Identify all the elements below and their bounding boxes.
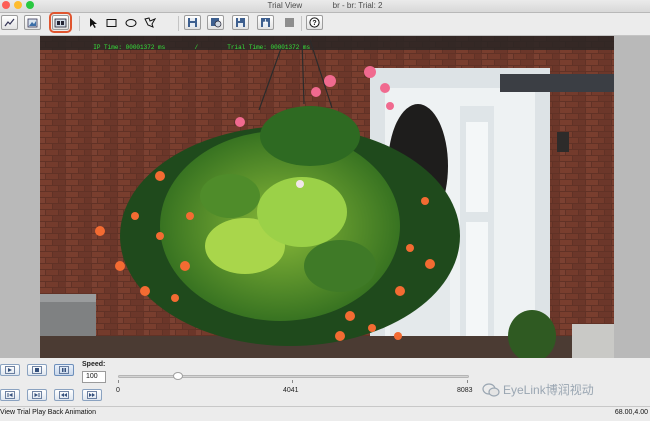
go-to-start-button[interactable] bbox=[0, 389, 20, 401]
save-image-icon bbox=[210, 18, 221, 28]
timeline-tick-start bbox=[118, 380, 119, 383]
window-title-text: Trial View bbox=[267, 1, 303, 10]
stop-playback-icon bbox=[32, 366, 42, 374]
ip-time-text: IP Time: 00001372 ms bbox=[93, 44, 165, 51]
cursor-coordinates: 68.00,4.00 bbox=[614, 409, 648, 416]
save-all-button[interactable] bbox=[232, 15, 249, 30]
timeline-label-mid: 4041 bbox=[283, 387, 299, 394]
ellipse-tool-button[interactable] bbox=[122, 15, 139, 30]
ellipse-icon bbox=[125, 18, 136, 27]
stop-playback-button[interactable] bbox=[27, 364, 47, 376]
timeline-tick-end bbox=[467, 380, 468, 383]
playback-animation-icon bbox=[54, 18, 67, 27]
speed-input[interactable]: 100 bbox=[82, 371, 106, 383]
step-forward-button[interactable] bbox=[27, 389, 47, 401]
timeline-label-min: 0 bbox=[116, 387, 120, 394]
save-image-button[interactable] bbox=[207, 15, 224, 30]
rewind-button[interactable] bbox=[54, 389, 74, 401]
image-icon bbox=[27, 18, 38, 27]
hanging-flower-basket-photo: IP Time: 00001372 ms / Trial Time: 00001… bbox=[40, 36, 614, 358]
stimulus-image[interactable]: IP Time: 00001372 ms / Trial Time: 00001… bbox=[40, 36, 614, 358]
svg-text:IP Time: 00001372 ms /: IP Time: 00001372 ms / Trial Time: 00001… bbox=[68, 44, 328, 51]
title-bar: Trial View br - br: Trial: 2 bbox=[0, 0, 650, 13]
help-icon: ? bbox=[309, 17, 320, 28]
window-title: Trial View br - br: Trial: 2 bbox=[0, 0, 650, 11]
line-chart-button[interactable] bbox=[1, 15, 18, 30]
time-separator: / bbox=[194, 44, 198, 51]
rewind-icon bbox=[59, 391, 69, 399]
step-forward-icon bbox=[32, 391, 42, 399]
timeline-slider-track[interactable] bbox=[118, 375, 469, 378]
pointer-tool-button[interactable] bbox=[84, 15, 101, 30]
skip-to-start-icon bbox=[5, 391, 15, 399]
watermark-text: EyeLink博润视动 bbox=[503, 383, 594, 397]
save-button[interactable] bbox=[184, 15, 201, 30]
trial-time-text: Trial Time: 00001372 ms bbox=[227, 44, 310, 51]
image-view-button[interactable] bbox=[24, 15, 41, 30]
export-button[interactable] bbox=[257, 15, 274, 30]
freehand-shape-tool-button[interactable] bbox=[141, 15, 158, 30]
fast-forward-button[interactable] bbox=[82, 389, 102, 401]
line-chart-icon bbox=[4, 18, 15, 26]
pointer-icon bbox=[89, 17, 97, 28]
stop-icon bbox=[285, 18, 294, 27]
watermark: EyeLink博润视动 bbox=[482, 381, 594, 398]
rectangle-icon bbox=[106, 18, 117, 27]
save-all-icon bbox=[236, 18, 245, 27]
timeline-label-max: 8083 bbox=[457, 387, 473, 394]
timeline-tick-mid bbox=[292, 380, 293, 383]
toolbar: ? bbox=[0, 12, 650, 36]
status-bar: View Trial Play Back Animation 68.00,4.0… bbox=[0, 406, 650, 421]
pause-button[interactable] bbox=[54, 364, 74, 376]
svg-text:?: ? bbox=[312, 20, 316, 27]
wechat-logo-icon bbox=[482, 382, 500, 397]
fast-forward-icon bbox=[87, 391, 97, 399]
rectangle-tool-button[interactable] bbox=[103, 15, 120, 30]
export-icon bbox=[261, 18, 270, 27]
play-button[interactable] bbox=[0, 364, 20, 376]
window-subtitle-text: br - br: Trial: 2 bbox=[332, 1, 383, 10]
playback-animation-button[interactable] bbox=[49, 12, 72, 33]
pause-icon bbox=[59, 366, 69, 374]
stop-button[interactable] bbox=[281, 15, 298, 30]
help-button[interactable]: ? bbox=[306, 15, 323, 30]
save-icon bbox=[188, 18, 197, 27]
speed-label: Speed: bbox=[82, 361, 106, 368]
freehand-shape-icon bbox=[143, 17, 156, 28]
play-icon bbox=[5, 366, 15, 374]
timeline-slider-thumb[interactable] bbox=[172, 372, 183, 380]
status-message: View Trial Play Back Animation bbox=[0, 409, 96, 416]
